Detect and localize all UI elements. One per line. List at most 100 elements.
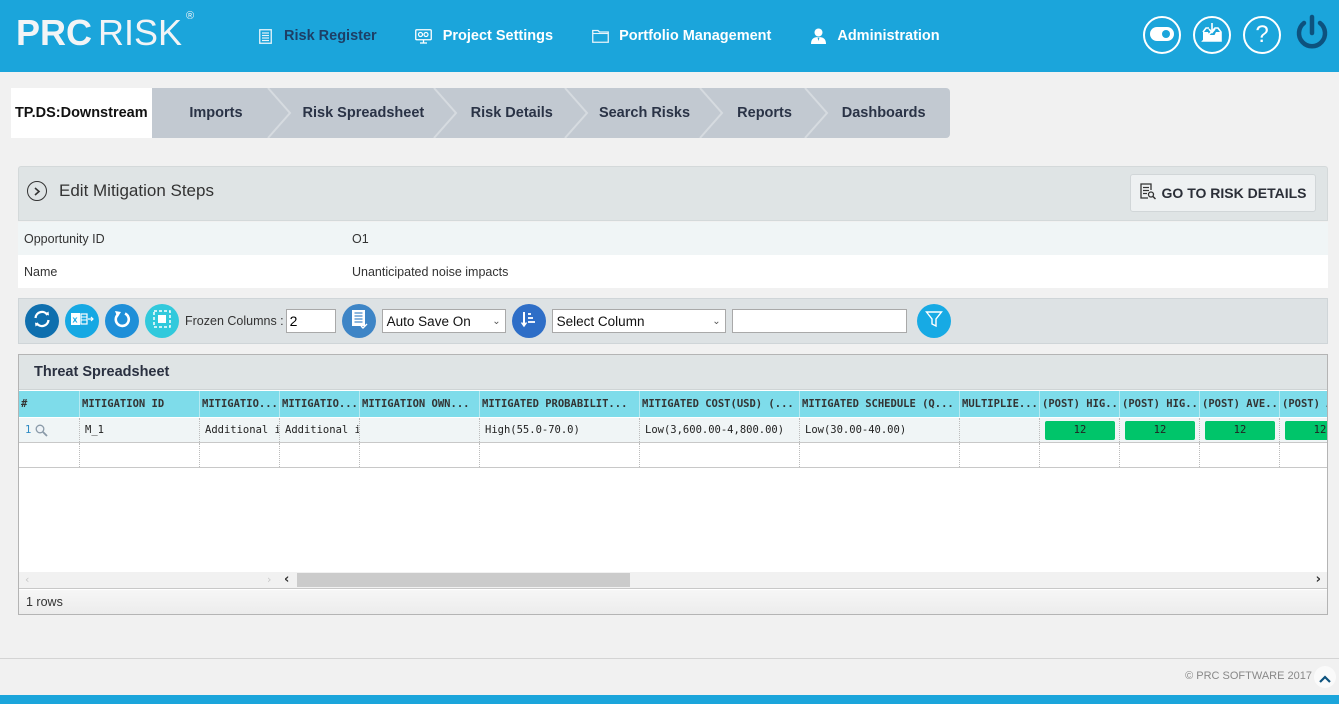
undo-icon <box>112 309 132 333</box>
column-header[interactable]: (POST) AVE... <box>1200 391 1280 417</box>
select-area-icon <box>153 310 171 332</box>
cell-mitigation-description[interactable]: Additional i... <box>280 418 360 442</box>
cell-mitigation-owner[interactable] <box>360 418 480 442</box>
empty-cell[interactable] <box>360 443 480 467</box>
empty-cell[interactable] <box>1040 443 1120 467</box>
export-excel-button[interactable]: x <box>65 304 99 338</box>
project-crumb[interactable]: TP.DS:Downstream <box>11 88 152 138</box>
scroll-right-icon[interactable]: › <box>1316 572 1321 587</box>
bottom-bar <box>0 695 1339 704</box>
table-row[interactable]: 1 M_1 Additional i... Additional i... Hi… <box>19 418 1327 443</box>
refresh-icon <box>32 309 52 333</box>
tab-dashboards[interactable]: Dashboards <box>817 88 950 138</box>
power-icon <box>1294 14 1330 56</box>
empty-cell[interactable] <box>1120 443 1200 467</box>
column-header[interactable]: MITIGATION OWN... <box>360 391 480 417</box>
refresh-button[interactable] <box>25 304 59 338</box>
tab-risk-spreadsheet[interactable]: Risk Spreadsheet <box>280 88 458 138</box>
cell-mitigation-title[interactable]: Additional i... <box>200 418 280 442</box>
monitor-settings-icon <box>415 27 433 45</box>
column-header[interactable]: (POST) HIG... <box>1040 391 1120 417</box>
cell-mitigated-schedule[interactable]: Low(30.00-40.00) <box>800 418 960 442</box>
help-icon: ? <box>1255 21 1269 48</box>
empty-cell[interactable] <box>640 443 800 467</box>
tab-reports[interactable]: Reports <box>712 88 829 138</box>
scrollbar-thumb[interactable] <box>297 573 630 587</box>
cell-mitigation-id[interactable]: M_1 <box>80 418 200 442</box>
nav-label: Administration <box>837 28 940 44</box>
nav-risk-register[interactable]: Risk Register <box>256 27 377 45</box>
info-row-opportunity-id: Opportunity ID O1 <box>18 222 1328 255</box>
cell-post-score[interactable]: 12 <box>1280 418 1327 442</box>
empty-cell[interactable] <box>1280 443 1327 467</box>
frozen-columns-input[interactable] <box>285 309 336 333</box>
nav-label: Risk Register <box>284 28 377 44</box>
prc-risk-logo[interactable]: PRC RISK ® <box>16 10 194 54</box>
empty-cell[interactable] <box>960 443 1040 467</box>
undo-button[interactable] <box>105 304 139 338</box>
column-header[interactable]: MITIGATION ID <box>80 391 200 417</box>
select-all-button[interactable] <box>145 304 179 338</box>
empty-cell[interactable] <box>80 443 200 467</box>
horizontal-scrollbar[interactable]: ‹ › ‹ › <box>19 572 1327 589</box>
cell-post-score[interactable]: 12 <box>1120 418 1200 442</box>
empty-cell[interactable] <box>280 443 360 467</box>
nav-project-settings[interactable]: Project Settings <box>415 27 553 45</box>
row-number-cell: 1 <box>19 418 80 442</box>
select-value: Auto Save On <box>386 313 471 329</box>
logout-button[interactable] <box>1293 14 1331 56</box>
column-header[interactable]: (POST) HIG... <box>1120 391 1200 417</box>
nav-administration[interactable]: Administration <box>809 27 940 45</box>
chevron-separator <box>804 88 829 138</box>
tab-search-risks[interactable]: Search Risks <box>577 88 724 138</box>
column-header[interactable]: # <box>19 391 80 417</box>
column-header[interactable]: MITIGATED PROBABILIT... <box>480 391 640 417</box>
go-to-risk-details-button[interactable]: GO TO RISK DETAILS <box>1130 174 1316 212</box>
column-header[interactable]: MITIGATED SCHEDULE (Q... <box>800 391 960 417</box>
column-header[interactable]: (POST) A <box>1280 391 1327 417</box>
cell-mitigated-probability[interactable]: High(55.0-70.0) <box>480 418 640 442</box>
empty-cell[interactable] <box>800 443 960 467</box>
save-layout-button[interactable] <box>341 304 376 338</box>
cell-post-score[interactable]: 12 <box>1040 418 1120 442</box>
cell-multiplier[interactable] <box>960 418 1040 442</box>
scroll-left-icon[interactable]: ‹ <box>284 572 289 587</box>
threat-spreadsheet-grid: Threat Spreadsheet # MITIGATION ID MITIG… <box>18 354 1328 615</box>
toggle-button[interactable] <box>1143 16 1181 54</box>
empty-cell[interactable] <box>19 443 80 467</box>
scroll-to-top-button[interactable] <box>1314 666 1336 688</box>
user-icon <box>809 27 827 45</box>
score-badge: 12 <box>1205 420 1275 440</box>
column-header[interactable]: MITIGATED COST(USD) (... <box>640 391 800 417</box>
list-check-icon <box>350 309 368 333</box>
inbox-download-button[interactable] <box>1193 16 1231 54</box>
scroll-left-frozen-icon[interactable]: ‹ <box>25 573 29 586</box>
empty-cell[interactable] <box>200 443 280 467</box>
field-label: Opportunity ID <box>24 231 105 246</box>
registered-mark: ® <box>185 10 195 22</box>
column-select[interactable]: Select Column ⌄ <box>551 309 726 333</box>
nav-portfolio-management[interactable]: Portfolio Management <box>591 27 771 45</box>
magnifier-icon[interactable] <box>35 424 48 437</box>
filter-button[interactable] <box>916 304 951 338</box>
panel-title[interactable]: Edit Mitigation Steps <box>27 181 214 201</box>
chevron-right-circle-icon <box>27 181 47 201</box>
document-search-icon <box>1139 183 1156 203</box>
help-button[interactable]: ? <box>1243 16 1281 54</box>
sort-button[interactable] <box>511 304 546 338</box>
tab-label: Risk Spreadsheet <box>302 105 425 121</box>
column-header[interactable]: MITIGATIO... <box>200 391 280 417</box>
table-row-empty[interactable] <box>19 443 1327 468</box>
toggle-icon <box>1150 26 1174 45</box>
scroll-right-frozen-icon[interactable]: › <box>267 573 271 586</box>
column-header[interactable]: MITIGATIO... <box>280 391 360 417</box>
tab-imports[interactable]: Imports <box>152 88 292 138</box>
column-header[interactable]: MULTIPLIE... <box>960 391 1040 417</box>
filter-text-input[interactable] <box>731 309 907 333</box>
auto-save-select[interactable]: Auto Save On ⌄ <box>381 309 506 333</box>
tab-risk-details[interactable]: Risk Details <box>446 88 589 138</box>
cell-post-score[interactable]: 12 <box>1200 418 1280 442</box>
cell-mitigated-cost[interactable]: Low(3,600.00-4,800.00) <box>640 418 800 442</box>
empty-cell[interactable] <box>1200 443 1280 467</box>
empty-cell[interactable] <box>480 443 640 467</box>
